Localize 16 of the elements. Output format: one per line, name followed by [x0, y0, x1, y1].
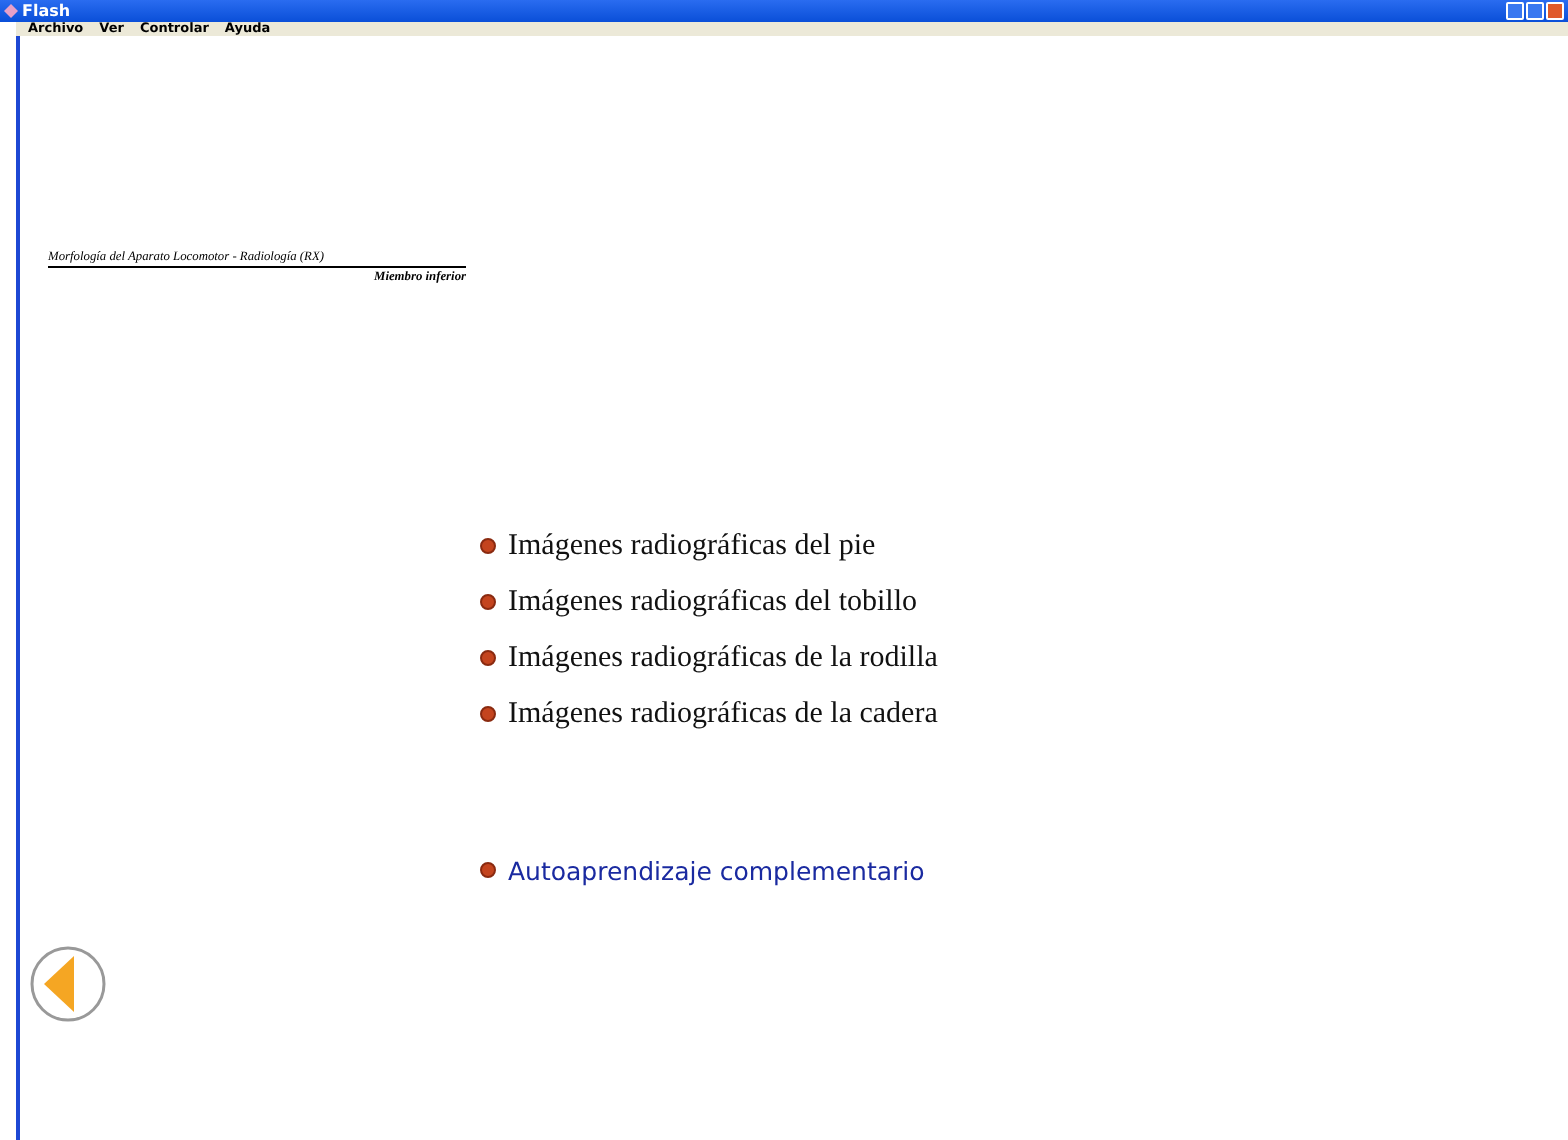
topic-link[interactable]: Autoaprendizaje complementario	[508, 855, 925, 885]
topic-item[interactable]: Imágenes radiográficas del tobillo	[508, 585, 918, 619]
topic-item[interactable]: Imágenes radiográficas del pie	[508, 529, 876, 563]
close-button[interactable]	[1546, 2, 1564, 20]
topic-item[interactable]: Imágenes radiográficas de la cadera	[508, 697, 938, 731]
topic-item[interactable]: Imágenes radiográficas de la rodilla	[508, 641, 938, 675]
back-button[interactable]	[28, 944, 108, 1024]
minimize-button[interactable]	[1506, 2, 1524, 20]
app-icon	[4, 4, 18, 18]
maximize-button[interactable]	[1526, 2, 1544, 20]
bullet-icon	[480, 650, 496, 666]
window-title: Flash	[22, 1, 71, 21]
bullet-icon	[480, 594, 496, 610]
bullet-icon	[480, 538, 496, 554]
bullet-icon	[480, 706, 496, 722]
bullet-icon	[480, 862, 496, 878]
